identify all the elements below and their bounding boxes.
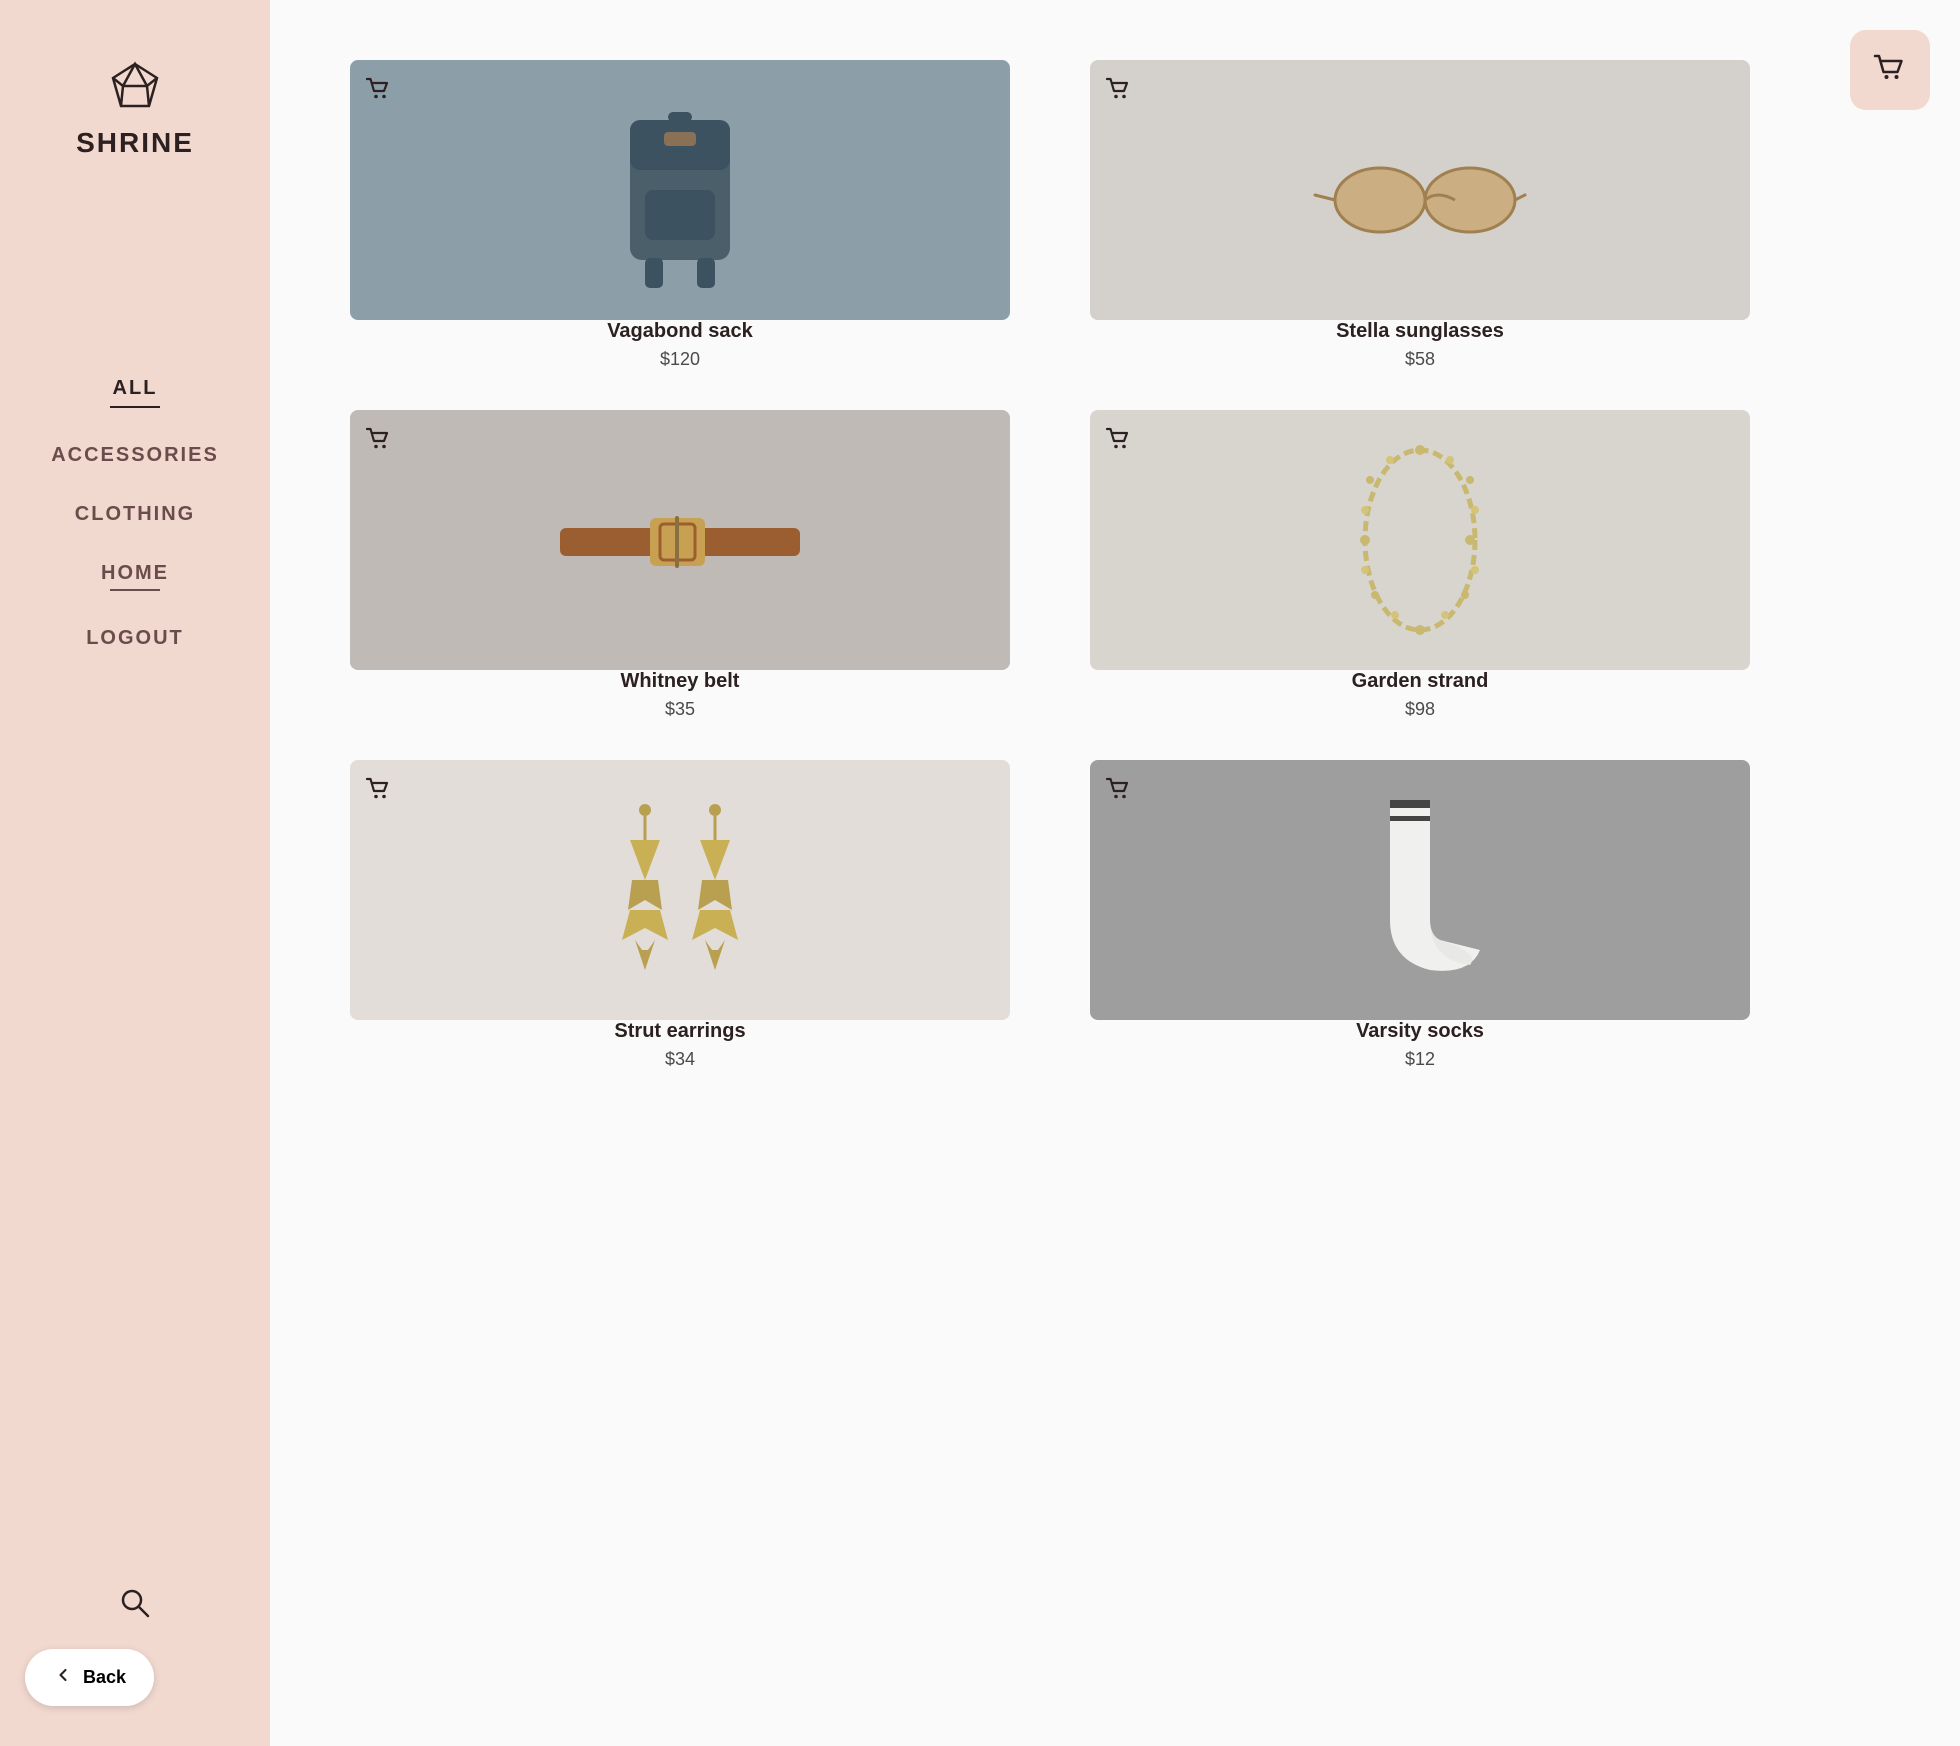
add-to-cart-icon-sunglasses[interactable] <box>1104 74 1136 111</box>
product-image-vagabond-sack <box>350 60 1010 320</box>
product-name-varsity-socks: Varsity socks <box>1090 1020 1750 1043</box>
logo-icon <box>109 60 161 117</box>
product-card-vagabond-sack[interactable]: Vagabond sack $120 <box>350 60 1010 370</box>
sidebar-item-accessories[interactable]: ACCESSORIES <box>0 426 270 485</box>
product-price-strut-earrings: $34 <box>350 1049 1010 1070</box>
necklace-illustration <box>1340 425 1500 655</box>
belt-illustration <box>550 480 810 600</box>
add-to-cart-icon-vagabond[interactable] <box>364 74 396 111</box>
main-content: Vagabond sack $120 <box>270 0 1960 1746</box>
product-price-garden-strand: $98 <box>1090 699 1750 720</box>
product-card-garden-strand[interactable]: Garden strand $98 <box>1090 410 1750 720</box>
product-card-varsity-socks[interactable]: Varsity socks $12 <box>1090 760 1750 1070</box>
products-grid: Vagabond sack $120 <box>350 60 1750 1070</box>
add-to-cart-icon-earrings[interactable] <box>364 774 396 811</box>
product-image-strut-earrings <box>350 760 1010 1020</box>
sidebar-item-clothing[interactable]: CLOTHING <box>0 485 270 544</box>
sidebar-item-logout[interactable]: LOGOUT <box>0 609 270 668</box>
product-image-varsity-socks <box>1090 760 1750 1020</box>
backpack-illustration <box>590 90 770 290</box>
search-button[interactable] <box>117 1585 153 1626</box>
sidebar-item-all[interactable]: ALL <box>0 359 270 426</box>
brand-title: SHRINE <box>76 127 194 159</box>
earrings-illustration <box>580 780 780 1000</box>
product-card-stella-sunglasses[interactable]: Stella sunglasses $58 <box>1090 60 1750 370</box>
cart-icon <box>1871 50 1909 91</box>
cart-button[interactable] <box>1850 30 1930 110</box>
product-price-whitney-belt: $35 <box>350 699 1010 720</box>
sidebar: SHRINE ALL ACCESSORIES CLOTHING HOME LOG… <box>0 0 270 1746</box>
product-name-stella-sunglasses: Stella sunglasses <box>1090 320 1750 343</box>
product-image-garden-strand <box>1090 410 1750 670</box>
product-name-garden-strand: Garden strand <box>1090 670 1750 693</box>
product-name-whitney-belt: Whitney belt <box>350 670 1010 693</box>
sidebar-nav: ALL ACCESSORIES CLOTHING HOME LOGOUT <box>0 359 270 668</box>
sidebar-item-home[interactable]: HOME <box>0 544 270 609</box>
product-name-strut-earrings: Strut earrings <box>350 1020 1010 1043</box>
product-image-whitney-belt <box>350 410 1010 670</box>
product-price-vagabond-sack: $120 <box>350 349 1010 370</box>
add-to-cart-icon-socks[interactable] <box>1104 774 1136 811</box>
sunglasses-illustration <box>1310 130 1530 250</box>
back-button-label: Back <box>83 1667 126 1688</box>
add-to-cart-icon-necklace[interactable] <box>1104 424 1136 461</box>
product-card-strut-earrings[interactable]: Strut earrings $34 <box>350 760 1010 1070</box>
product-name-vagabond-sack: Vagabond sack <box>350 320 1010 343</box>
product-image-stella-sunglasses <box>1090 60 1750 320</box>
product-card-whitney-belt[interactable]: Whitney belt $35 <box>350 410 1010 720</box>
add-to-cart-icon-belt[interactable] <box>364 424 396 461</box>
back-arrow-icon <box>53 1665 73 1690</box>
socks-illustration <box>1330 780 1510 1000</box>
product-price-stella-sunglasses: $58 <box>1090 349 1750 370</box>
product-price-varsity-socks: $12 <box>1090 1049 1750 1070</box>
back-button[interactable]: Back <box>25 1649 154 1706</box>
